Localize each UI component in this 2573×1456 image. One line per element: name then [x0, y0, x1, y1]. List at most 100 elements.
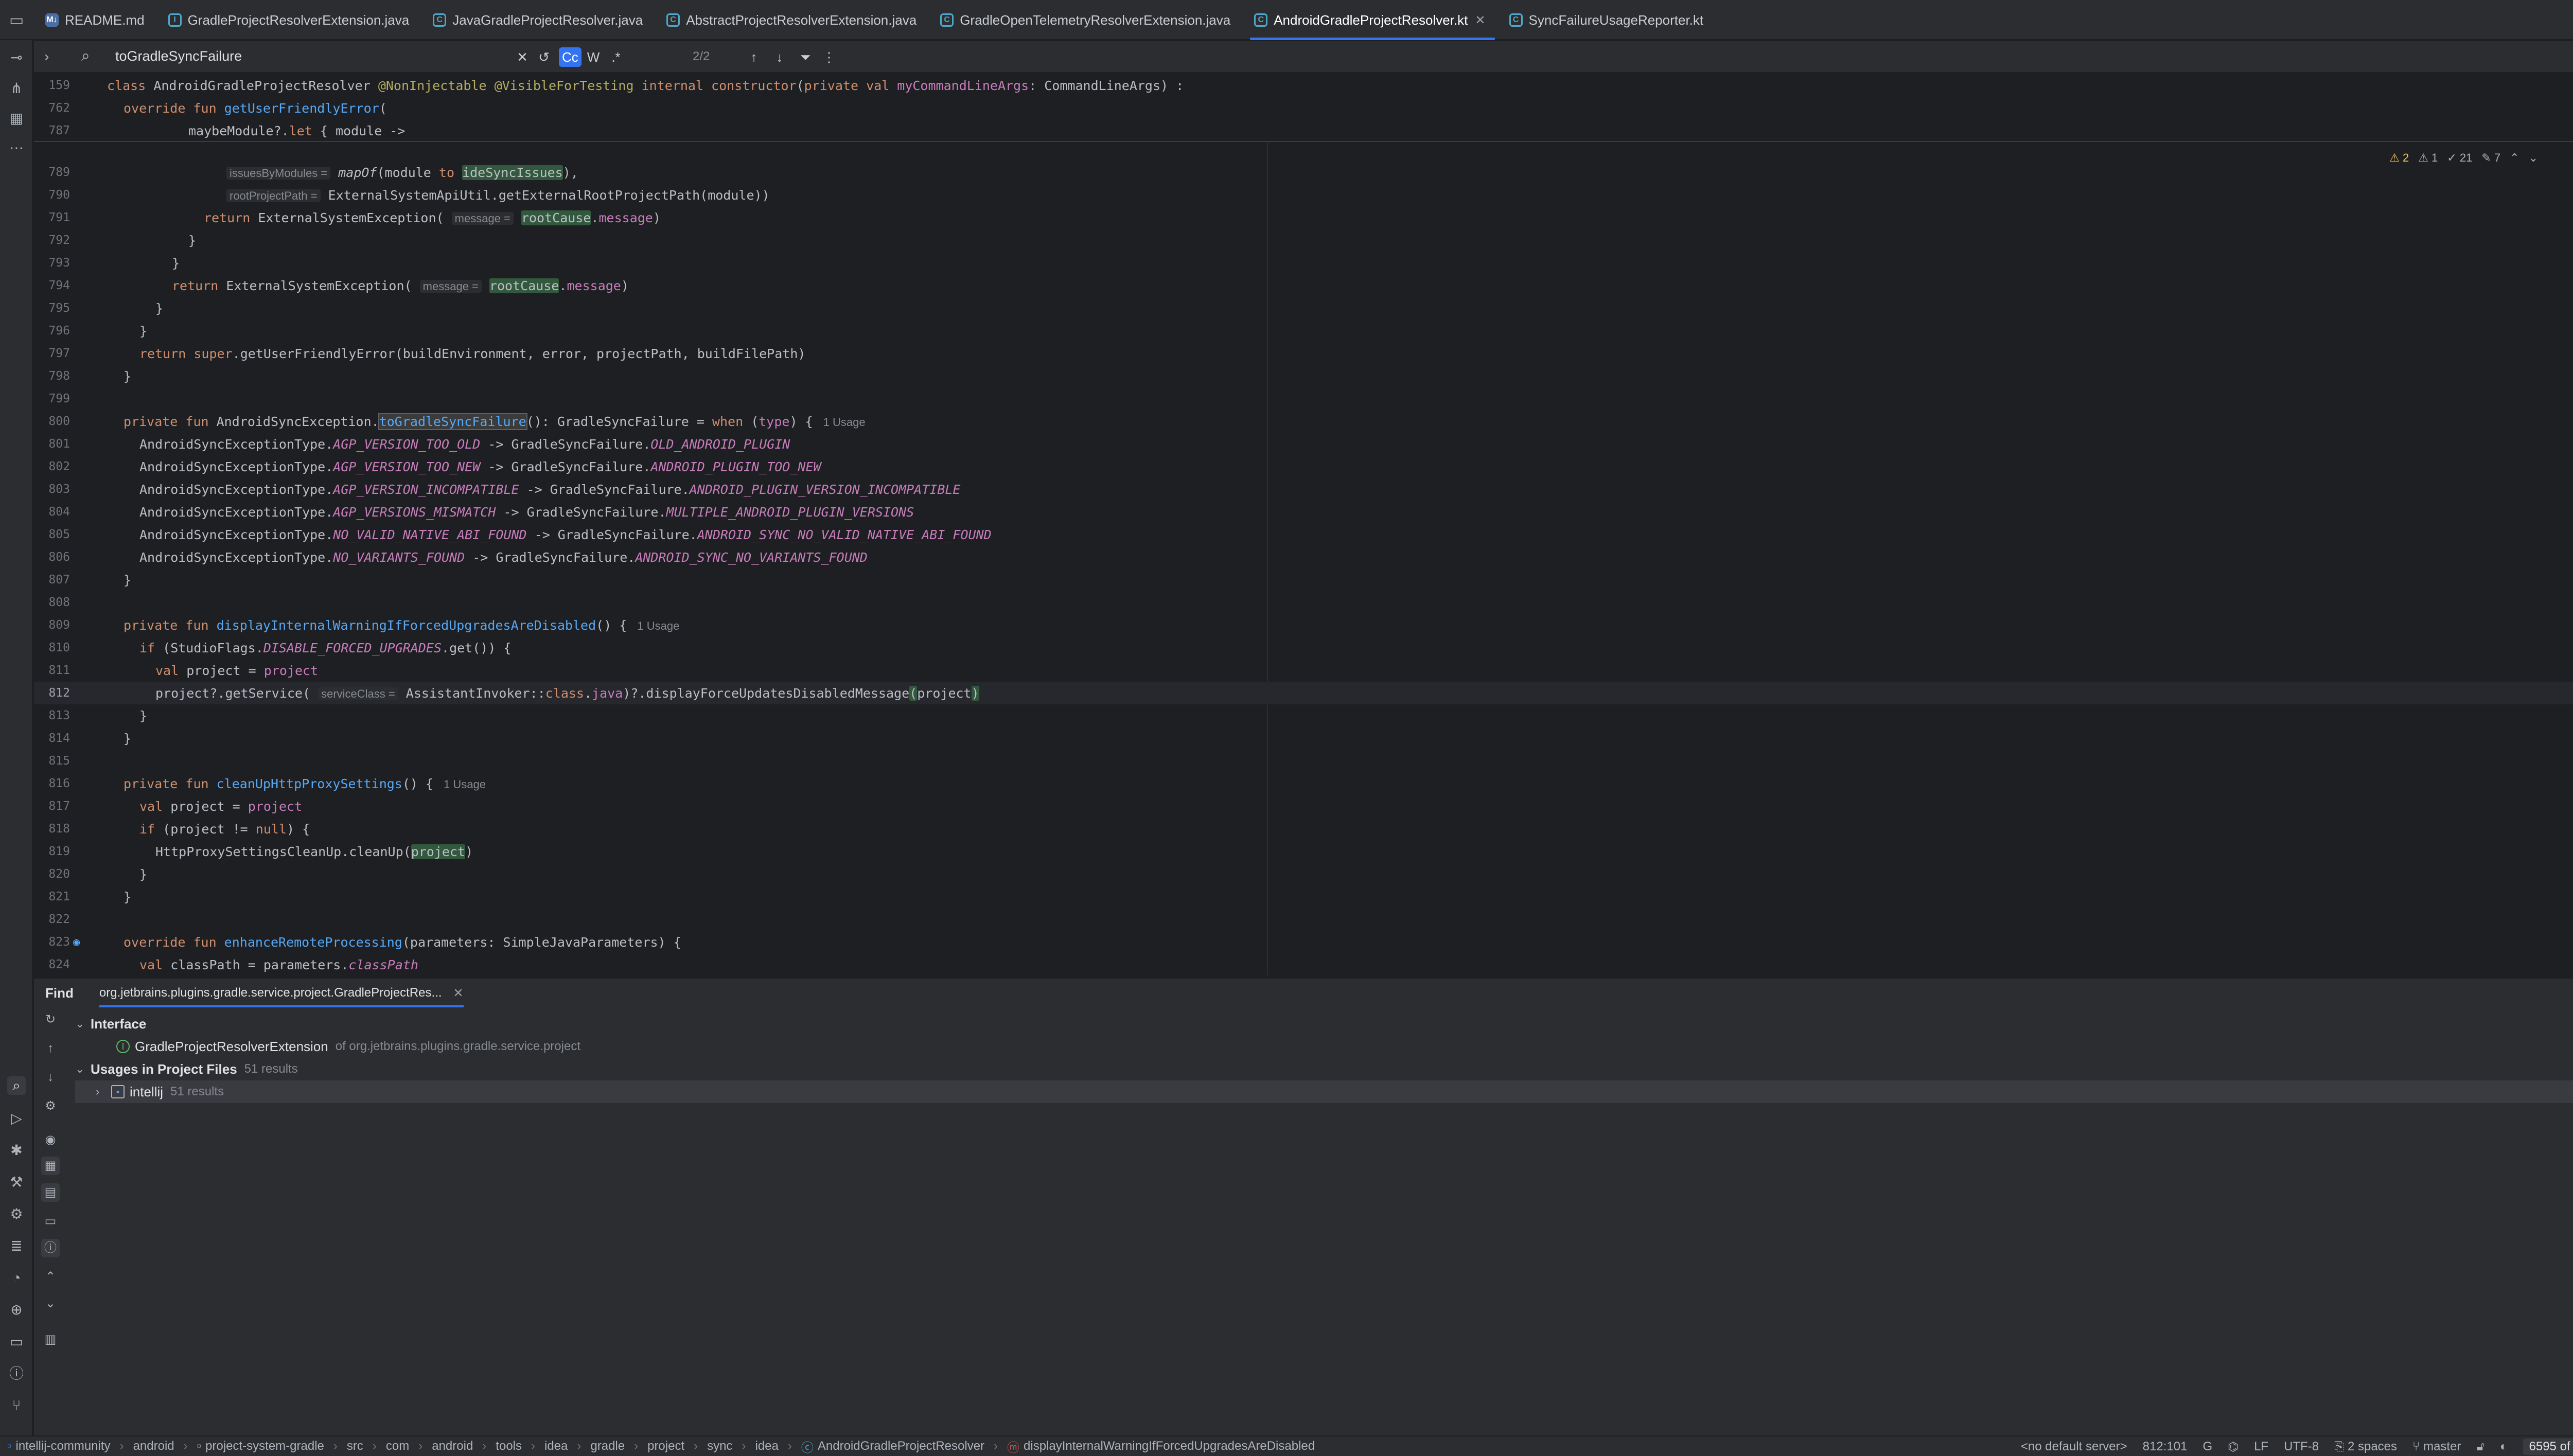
structure-icon[interactable]: ⋔	[7, 79, 26, 98]
code-line[interactable]: 817 val project = project	[34, 795, 2573, 818]
previous-match-icon[interactable]: ↑	[744, 47, 764, 67]
power-save-icon[interactable]: ◐	[2500, 1440, 2508, 1454]
match-case-toggle[interactable]: Cc	[559, 47, 581, 67]
tab-readme[interactable]: M↓ README.md	[36, 0, 159, 40]
filter-icon[interactable]: ⏷	[796, 47, 815, 67]
code-line[interactable]: 790 rootProjectPath = ExternalSystemApiUt…	[34, 184, 2573, 206]
read-only-lock-icon[interactable]: 🔓︎	[2476, 1440, 2484, 1454]
group-by-usage-type-icon[interactable]: ▦	[41, 1157, 60, 1175]
next-match-icon[interactable]: ↓	[770, 47, 789, 67]
expand-all-icon[interactable]: ⌃	[41, 1268, 60, 1286]
code-line[interactable]: 808	[34, 591, 2573, 614]
group-by-module-icon[interactable]: ▤	[41, 1183, 60, 1202]
sticky-line[interactable]: 787 maybeModule?.let { module ->	[34, 119, 2573, 142]
line-separator[interactable]: LF	[2254, 1440, 2268, 1454]
group-by-directory-icon[interactable]: ▭	[41, 1212, 60, 1231]
breadcrumb-item[interactable]: › gradle	[568, 1439, 625, 1453]
export-icon[interactable]: ▥	[41, 1330, 60, 1349]
code-line[interactable]: 800 private fun AndroidSyncException.toGr…	[34, 410, 2573, 433]
regex-toggle[interactable]: .*	[606, 47, 626, 67]
search-history-icon[interactable]: ↺	[534, 47, 554, 67]
code-line[interactable]: 804 AndroidSyncExceptionType.AGP_VERSIONS…	[34, 501, 2573, 523]
app-inspection-icon[interactable]: ⊕	[7, 1301, 26, 1319]
tab-sync-failure-usage-reporter[interactable]: C SyncFailureUsageReporter.kt	[1500, 0, 1718, 40]
breadcrumb-item[interactable]: › project	[625, 1439, 684, 1453]
current-code-line[interactable]: 812 project?.getService( serviceClass = A…	[34, 682, 2573, 704]
run-icon[interactable]: ▷	[7, 1109, 26, 1128]
breadcrumb-item[interactable]: › ⓜ displayInternalWarningIfForcedUpgrades…	[984, 1437, 1315, 1455]
collapse-all-icon[interactable]: ⌄	[41, 1294, 60, 1313]
google-icon[interactable]: G	[2202, 1440, 2212, 1454]
logcat-icon[interactable]: ≣	[7, 1237, 26, 1255]
breadcrumb-item[interactable]: › idea	[733, 1439, 779, 1453]
tab-gradle-open-telemetry-resolver-extension[interactable]: C GradleOpenTelemetryResolverExtension.ja…	[931, 0, 1245, 40]
tree-item-interface[interactable]: I GradleProjectResolverExtension of org.…	[75, 1035, 2573, 1058]
find-results-tab[interactable]: org.jetbrains.plugins.gradle.service.pro…	[99, 979, 464, 1007]
tab-abstract-project-resolver-extension[interactable]: C AbstractProjectResolverExtension.java	[657, 0, 931, 40]
indent-setting[interactable]: ⎘ 2 spaces	[2334, 1440, 2397, 1454]
more-tools-icon[interactable]: ⋯	[7, 139, 26, 157]
tab-android-gradle-project-resolver[interactable]: C AndroidGradleProjectResolver.kt ✕	[1245, 0, 1500, 40]
more-tabs-icon[interactable]: ⋮	[2571, 10, 2573, 30]
code-line[interactable]: 791 return ExternalSystemException( messa…	[34, 206, 2573, 229]
code-line[interactable]: 806 AndroidSyncExceptionType.NO_VARIANTS_…	[34, 546, 2573, 569]
breadcrumb-item[interactable]: › tools	[473, 1439, 522, 1453]
project-icon[interactable]: ▭	[9, 11, 24, 29]
tree-group-usages[interactable]: ⌄ Usages in Project Files 51 results	[75, 1058, 2573, 1080]
code-line[interactable]: 793}	[34, 252, 2573, 274]
build-icon[interactable]: ⚒	[7, 1173, 26, 1192]
code-line[interactable]: 820}	[34, 863, 2573, 885]
code-line[interactable]: 807}	[34, 569, 2573, 591]
deployment-server[interactable]: <no default server>	[2021, 1440, 2127, 1454]
code-line[interactable]: 789 issuesByModules = mapOf(module to ide…	[34, 161, 2573, 184]
code-line[interactable]: 799	[34, 387, 2573, 410]
code-line[interactable]: 823 ◉ override fun enhanceRemoteProcessing…	[34, 931, 2573, 953]
settings-icon[interactable]: ⚙	[41, 1097, 60, 1115]
code-line[interactable]: 802 AndroidSyncExceptionType.AGP_VERSION_…	[34, 455, 2573, 478]
code-line[interactable]: 797 return super.getUserFriendlyError(bui…	[34, 342, 2573, 365]
file-encoding[interactable]: UTF-8	[2284, 1440, 2319, 1454]
android-icon[interactable]: ⌬	[2228, 1440, 2239, 1454]
breadcrumb-item[interactable]: › android	[111, 1439, 174, 1453]
find-tool-icon[interactable]: ⌕	[7, 1076, 26, 1095]
tab-java-gradle-project-resolver[interactable]: C JavaGradleProjectResolver.java	[424, 0, 657, 40]
code-line[interactable]: 805 AndroidSyncExceptionType.NO_VALID_NAT…	[34, 523, 2573, 546]
code-line[interactable]: 810 if (StudioFlags.DISABLE_FORCED_UPGRAD…	[34, 636, 2573, 659]
breadcrumb-item[interactable]: › src	[324, 1439, 363, 1453]
rerun-icon[interactable]: ↻	[41, 1010, 60, 1029]
code-line[interactable]: 798}	[34, 365, 2573, 387]
override-gutter-icon[interactable]: ◉	[73, 936, 80, 949]
breadcrumb-item[interactable]: › idea	[522, 1439, 568, 1453]
close-tab-icon[interactable]: ✕	[1475, 13, 1485, 28]
code-line[interactable]: 792}	[34, 229, 2573, 252]
whole-words-toggle[interactable]: W	[584, 47, 603, 67]
code-line[interactable]: 819 HttpProxySettingsCleanUp.cleanUp(proj…	[34, 840, 2573, 863]
chevron-right-icon[interactable]: ›	[96, 1085, 111, 1098]
info-icon[interactable]: ⓘ	[41, 1239, 60, 1257]
search-input[interactable]	[115, 48, 527, 64]
tree-group-interface[interactable]: ⌄ Interface	[75, 1013, 2573, 1035]
breadcrumb-item[interactable]: › ▫ project-system-gradle	[174, 1439, 324, 1453]
code-line[interactable]: 796}	[34, 319, 2573, 342]
sticky-line[interactable]: 159 class AndroidGradleProjectResolver @…	[34, 74, 2573, 97]
sticky-line[interactable]: 762 override fun getUserFriendlyError(	[34, 97, 2573, 119]
breadcrumb-item[interactable]: › com	[363, 1439, 409, 1453]
code-line[interactable]: 809 private fun displayInternalWarningIfF…	[34, 614, 2573, 636]
code-line[interactable]: 813}	[34, 704, 2573, 727]
code-line[interactable]: 824 val classPath = parameters.classPath	[34, 953, 2573, 976]
chevron-down-icon[interactable]: ⌄	[75, 1017, 91, 1031]
profiler-icon[interactable]: ◔	[7, 1269, 26, 1287]
tree-item-module[interactable]: › ▪ intellij 51 results	[75, 1080, 2573, 1103]
git-branch[interactable]: ⑂ master	[2412, 1440, 2461, 1454]
code-line[interactable]: 811 val project = project	[34, 659, 2573, 682]
code-line[interactable]: 818 if (project != null) {	[34, 818, 2573, 840]
code-line[interactable]: 814}	[34, 727, 2573, 750]
expand-replace-icon[interactable]: ›	[44, 48, 49, 65]
clear-search-icon[interactable]: ✕	[513, 47, 532, 67]
code-line[interactable]: 794 return ExternalSystemException( messa…	[34, 274, 2573, 297]
next-occurrence-icon[interactable]: ↓	[41, 1068, 60, 1087]
modules-icon[interactable]: ▦	[7, 109, 26, 128]
problems-icon[interactable]: ⓘ	[7, 1364, 26, 1383]
breadcrumb-item[interactable]: › sync	[684, 1439, 732, 1453]
breadcrumb-item[interactable]: › ⓒ AndroidGradleProjectResolver	[779, 1437, 984, 1455]
